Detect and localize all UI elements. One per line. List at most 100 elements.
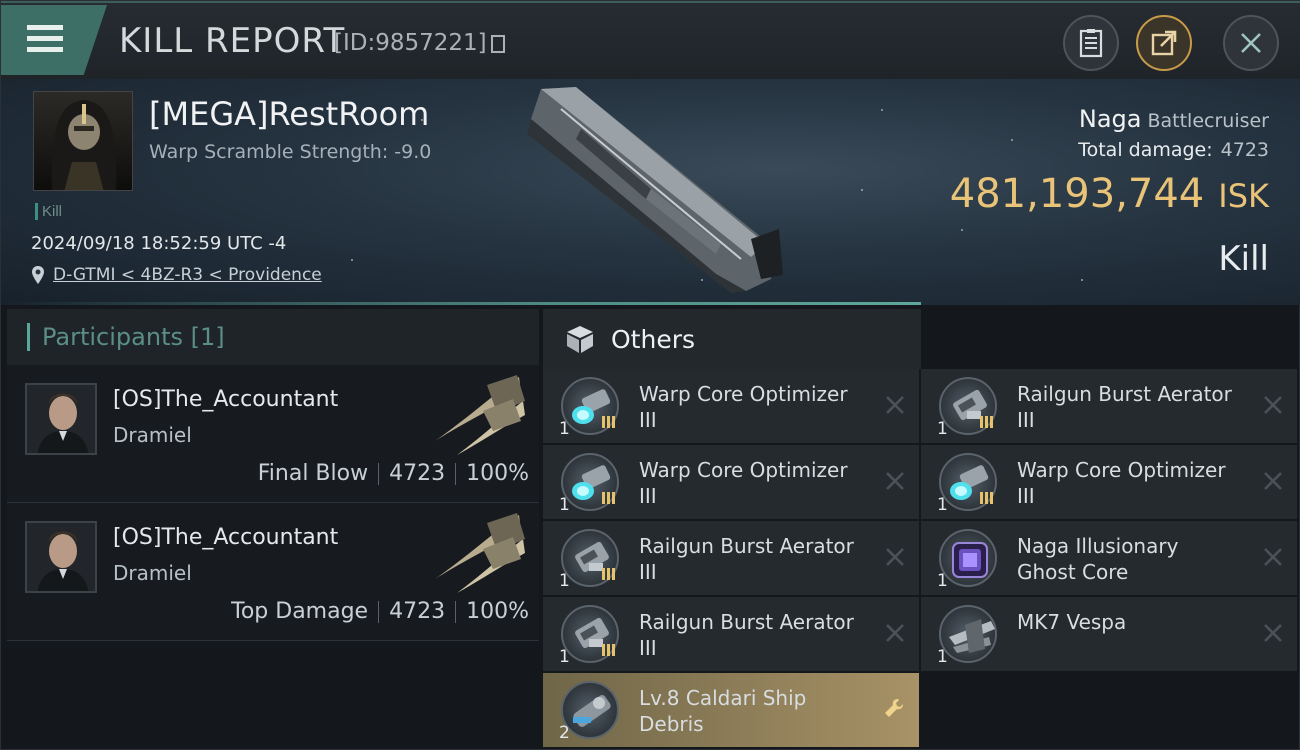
tier-badge-icon: [980, 416, 993, 428]
cube-icon: [567, 326, 593, 353]
share-icon: [1151, 30, 1177, 56]
victim-avatar[interactable]: [33, 91, 133, 191]
dramiel-ship-image[interactable]: [427, 371, 527, 457]
item-name: Railgun Burst Aerator III: [639, 533, 879, 585]
hooded-pilot-icon: [51, 100, 117, 190]
item-name-line1: Warp Core Optimizer: [1017, 458, 1226, 482]
loot-item[interactable]: 1 MK7 Vespa: [921, 597, 1297, 671]
participant-avatar[interactable]: [25, 521, 97, 593]
naga-ship-image[interactable]: [521, 79, 801, 305]
pilot-portrait-icon: [27, 385, 95, 453]
ship-class: Battlecruiser: [1147, 110, 1269, 132]
item-name-line2: Ghost Core: [1017, 560, 1129, 584]
kill-location[interactable]: D-GTMI < 4BZ-R3 < Providence: [31, 265, 322, 285]
report-id[interactable]: [ID:9857221]: [334, 30, 505, 56]
item-name: Warp Core Optimizer III: [639, 457, 879, 509]
wrench-icon[interactable]: [883, 697, 907, 721]
item-name-line2: III: [639, 408, 657, 432]
others-panel: Others 1 Warp Core Optimizer III 1 Railg…: [543, 309, 1300, 750]
destroyed-x-icon: [1264, 624, 1282, 642]
tier-badge-icon: [602, 568, 615, 580]
item-name-line2: III: [639, 636, 657, 660]
notes-button[interactable]: [1063, 15, 1119, 71]
item-name: Warp Core Optimizer III: [1017, 457, 1257, 509]
others-header: Others: [543, 309, 921, 369]
share-button[interactable]: [1136, 15, 1192, 71]
loot-item[interactable]: 1 Warp Core Optimizer III: [543, 369, 919, 443]
item-name-line1: Railgun Burst Aerator: [1017, 382, 1232, 406]
location-pin-icon: [32, 266, 44, 284]
participant-damage: 4723: [389, 599, 446, 624]
item-name: Railgun Burst Aerator III: [639, 609, 879, 661]
hamburger-icon: [27, 25, 63, 53]
tier-badge-icon: [602, 644, 615, 656]
loot-item[interactable]: 1 Railgun Burst Aerator III: [921, 369, 1297, 443]
item-quantity: 1: [559, 419, 570, 439]
total-damage: Total damage: 4723: [1078, 139, 1269, 161]
loot-item[interactable]: 1 Railgun Burst Aerator III: [543, 597, 919, 671]
item-name-line1: Railgun Burst Aerator: [639, 610, 854, 634]
destroyed-x-icon: [1264, 472, 1282, 490]
tier-badge-icon: [602, 416, 615, 428]
pilot-portrait-icon: [27, 523, 95, 591]
destroyed-x-icon: [1264, 396, 1282, 414]
location-link[interactable]: D-GTMI < 4BZ-R3 < Providence: [53, 265, 322, 285]
menu-button[interactable]: [1, 5, 107, 75]
participants-header[interactable]: Participants [1]: [7, 309, 539, 365]
participant-row[interactable]: [OS]The_Accountant Dramiel Top Damage 47…: [7, 503, 539, 641]
loot-item[interactable]: 1 Warp Core Optimizer III: [543, 445, 919, 519]
others-label: Others: [611, 324, 696, 354]
item-name: Railgun Burst Aerator III: [1017, 381, 1257, 433]
kill-datetime: 2024/09/18 18:52:59 UTC -4: [31, 233, 287, 254]
participant-name[interactable]: [OS]The_Accountant: [113, 387, 338, 412]
participant-name[interactable]: [OS]The_Accountant: [113, 525, 338, 550]
destroyed-x-icon: [886, 624, 904, 642]
loot-item[interactable]: 1 Railgun Burst Aerator III: [543, 521, 919, 595]
kill-result: Kill: [1218, 239, 1269, 279]
item-quantity: 1: [937, 647, 948, 667]
item-quantity: 1: [937, 419, 948, 439]
close-icon: [1241, 33, 1261, 53]
participant-percent: 100%: [466, 599, 529, 624]
clipboard-icon: [1079, 29, 1103, 58]
item-name-line2: Debris: [639, 712, 704, 736]
participant-role: Final Blow: [257, 461, 369, 486]
tab-indicator: [27, 323, 30, 351]
participant-damage: 4723: [389, 461, 446, 486]
ship-name: Naga: [1078, 105, 1142, 133]
destroyed-x-icon: [1264, 548, 1282, 566]
report-id-text: [ID:9857221]: [334, 30, 487, 56]
loot-item[interactable]: 2 Lv.8 Caldari Ship Debris: [543, 673, 919, 747]
destroyed-x-icon: [886, 396, 904, 414]
item-quantity: 1: [937, 495, 948, 515]
item-name: Lv.8 Caldari Ship Debris: [639, 685, 879, 737]
total-damage-label: Total damage:: [1078, 139, 1213, 161]
stat-divider: [378, 462, 380, 485]
copy-icon[interactable]: [490, 34, 505, 53]
item-quantity: 2: [559, 723, 570, 743]
total-damage-value: 4723: [1220, 139, 1269, 161]
tier-badge-icon: [602, 492, 615, 504]
kill-tag: Kill: [35, 203, 62, 220]
dramiel-ship-image[interactable]: [427, 509, 527, 595]
close-button[interactable]: [1223, 15, 1279, 71]
participant-row[interactable]: [OS]The_Accountant Dramiel Final Blow 47…: [7, 365, 539, 503]
item-name-line1: Lv.8 Caldari Ship: [639, 686, 807, 710]
header-bar: KILL REPORT [ID:9857221]: [1, 1, 1300, 79]
victim-ship[interactable]: Naga Battlecruiser: [1079, 105, 1269, 133]
isk-unit: ISK: [1218, 177, 1269, 215]
participant-stats: Top Damage 4723 100%: [231, 599, 529, 624]
loot-item[interactable]: 1 Naga Illusionary Ghost Core: [921, 521, 1297, 595]
victim-pilot-name[interactable]: [MEGA]RestRoom: [149, 95, 429, 133]
loot-item[interactable]: 1 Warp Core Optimizer III: [921, 445, 1297, 519]
divider: [1, 302, 921, 305]
item-name-line1: Warp Core Optimizer: [639, 458, 848, 482]
stat-divider: [455, 462, 457, 485]
participant-avatar[interactable]: [25, 383, 97, 455]
item-name-line2: III: [1017, 484, 1035, 508]
destroyed-x-icon: [886, 548, 904, 566]
item-quantity: 1: [559, 495, 570, 515]
destroyed-x-icon: [886, 472, 904, 490]
item-quantity: 1: [937, 571, 948, 591]
item-quantity: 1: [559, 571, 570, 591]
